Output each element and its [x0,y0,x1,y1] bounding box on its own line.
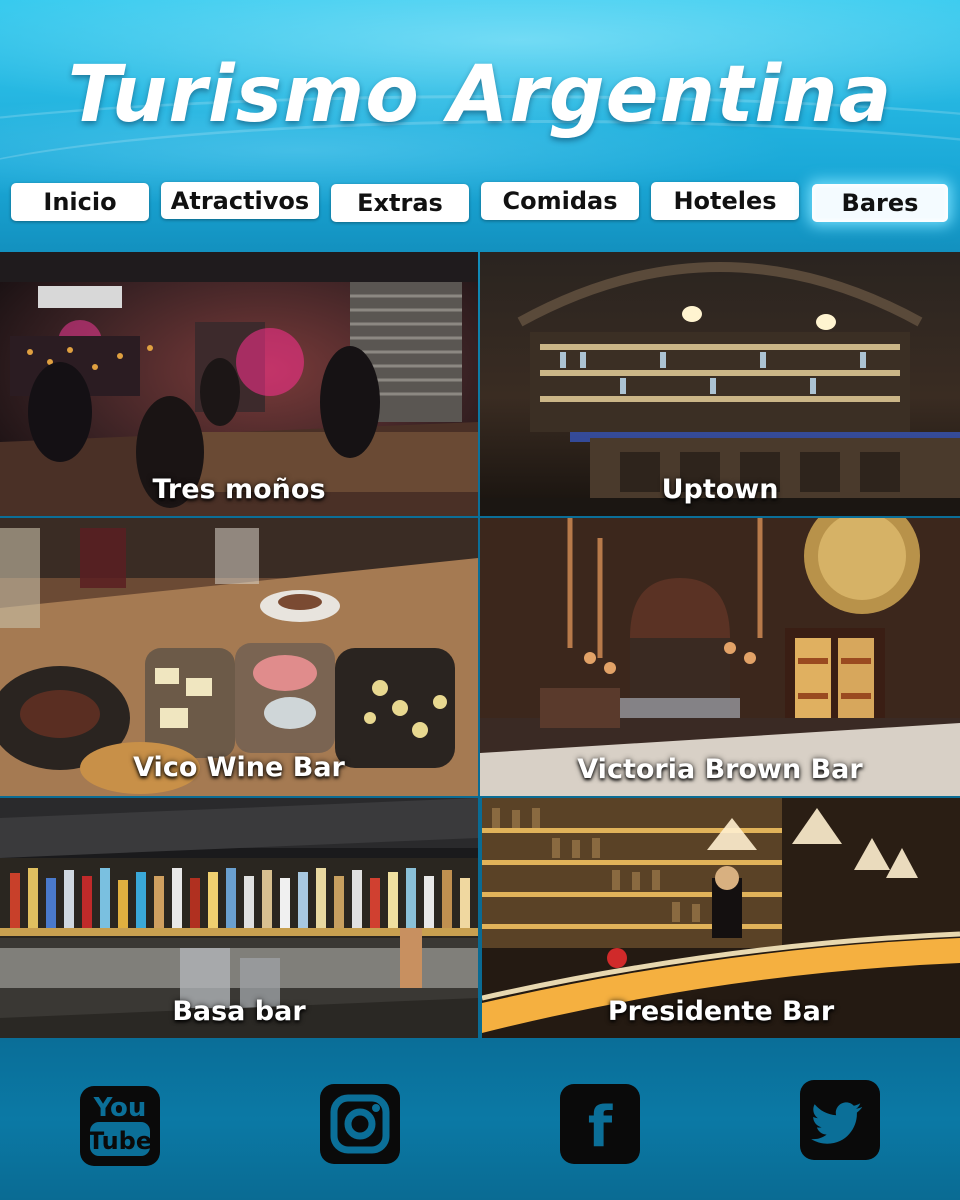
nav-inicio-button[interactable]: Inicio [11,183,149,221]
youtube-link[interactable]: You Tube [80,1086,160,1166]
bar-card-tres-monos[interactable]: Tres moños [0,252,478,516]
svg-text:f: f [588,1095,613,1160]
bar-card-uptown[interactable]: Uptown [480,252,960,516]
facebook-link[interactable]: f [560,1084,640,1164]
bar-name: Victoria Brown Bar [577,754,863,785]
bar-card-vico-wine-bar[interactable]: Vico Wine Bar [0,518,478,796]
instagram-icon [330,1094,390,1154]
site-title: Turismo Argentina [67,50,893,140]
nav-hoteles-button[interactable]: Hoteles [651,182,799,220]
page: Turismo Argentina Inicio Atractivos Extr… [0,0,960,1200]
svg-text:Tube: Tube [88,1127,152,1155]
social-footer: You Tube f [0,1038,960,1200]
svg-text:You: You [93,1093,147,1123]
twitter-link[interactable] [800,1080,880,1160]
bar-name: Basa bar [172,996,306,1027]
bar-name: Vico Wine Bar [133,752,345,783]
nav-bares-button[interactable]: Bares [812,184,948,222]
bar-name: Tres moños [152,474,326,505]
bar-card-presidente-bar[interactable]: Presidente Bar [482,798,960,1038]
bars-grid: Tres moños Uptown Vico Wine Bar Victoria… [0,252,960,1038]
instagram-link[interactable] [320,1084,400,1164]
twitter-icon [811,1102,863,1144]
nav-extras-button[interactable]: Extras [331,184,469,222]
bar-card-basa-bar[interactable]: Basa bar [0,798,478,1038]
header: Turismo Argentina Inicio Atractivos Extr… [0,0,960,252]
bar-card-victoria-brown-bar[interactable]: Victoria Brown Bar [480,518,960,796]
bar-name: Uptown [661,474,779,505]
nav-comidas-button[interactable]: Comidas [481,182,639,220]
youtube-icon: You Tube [88,1093,152,1156]
bar-name: Presidente Bar [607,996,835,1027]
facebook-icon: f [588,1095,613,1160]
nav-atractivos-button[interactable]: Atractivos [161,182,319,219]
